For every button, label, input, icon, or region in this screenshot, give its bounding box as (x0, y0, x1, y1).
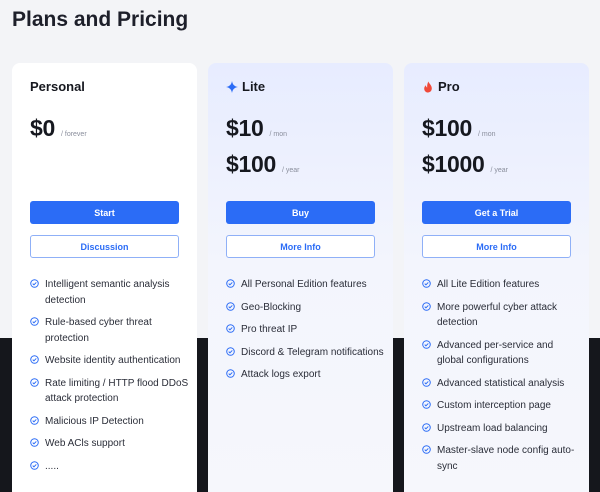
check-circle-icon (30, 460, 39, 470)
feature-text: All Personal Edition features (241, 279, 367, 290)
price-amount: $0 (30, 115, 55, 141)
feature-item: All Personal Edition features (226, 277, 386, 293)
check-circle-icon (422, 400, 431, 409)
plan-card-lite: Lite $10 / mon $100 / year Buy More Info… (208, 63, 393, 492)
price-amount: $100 (422, 115, 472, 141)
plan-card-personal: Personal $0 / forever Start Discussion I… (12, 63, 197, 492)
feature-text: Rule-based cyber threat protection (45, 317, 152, 344)
buy-button[interactable]: Buy (226, 201, 375, 224)
feature-text: Upstream load balancing (437, 422, 548, 434)
feature-text: All Lite Edition features (437, 279, 540, 290)
price-period: / mon (269, 131, 287, 138)
check-circle-icon (30, 317, 39, 326)
check-circle-icon (30, 279, 39, 288)
check-circle-icon (422, 445, 431, 454)
plan-name-label: Personal (30, 79, 85, 94)
feature-text: Intelligent semantic analysis detection (45, 279, 170, 306)
feature-text: ..... (45, 460, 59, 472)
feature-text: Geo-Blocking (241, 301, 302, 313)
feature-item: Malicious IP Detection (30, 414, 190, 430)
feature-item: Master-slave node config auto-sync (422, 443, 582, 474)
check-circle-icon (30, 377, 39, 387)
check-circle-icon (226, 324, 235, 333)
check-circle-icon (422, 339, 431, 349)
price-period: / year (281, 167, 300, 174)
check-circle-icon (422, 377, 431, 387)
feature-text: Malicious IP Detection (45, 415, 144, 427)
check-circle-icon (30, 438, 39, 447)
feature-item: Attack logs export (226, 367, 386, 383)
discussion-button[interactable]: Discussion (30, 235, 179, 258)
plan-name: Lite (226, 79, 265, 94)
feature-item: Rule-based cyber threat protection (30, 315, 190, 346)
page-title: Plans and Pricing (12, 8, 189, 31)
feature-text: Discord & Telegram notifications (241, 346, 384, 358)
feature-text: Master-slave node config auto-sync (437, 445, 575, 472)
feature-text: More powerful cyber attack detection (437, 301, 558, 329)
check-circle-icon (422, 301, 431, 311)
check-circle-icon (226, 346, 235, 356)
feature-list: All Lite Edition features More powerful … (422, 277, 582, 481)
feature-item: Web ACls support (30, 436, 190, 452)
more-info-button[interactable]: More Info (422, 235, 571, 258)
price-period: / mon (477, 131, 496, 138)
check-circle-icon (226, 369, 235, 378)
price-row: $0 / forever (30, 115, 87, 142)
start-button[interactable]: Start (30, 201, 179, 224)
price-period: / year (490, 167, 508, 174)
feature-text: Attack logs export (241, 369, 321, 380)
check-circle-icon (422, 422, 431, 432)
plan-name-label: Lite (242, 79, 266, 94)
more-info-button[interactable]: More Info (226, 235, 375, 258)
feature-list: Intelligent semantic analysis detection … (30, 277, 190, 481)
feature-text: Custom interception page (437, 400, 551, 411)
plan-name: Pro (422, 79, 460, 94)
check-circle-icon (226, 279, 235, 288)
feature-item: Pro threat IP (226, 322, 386, 338)
plan-card-pro: Pro $100 / mon $1000 / year Get a Trial … (404, 63, 589, 492)
plan-name: Personal (30, 79, 85, 94)
feature-item: ..... (30, 459, 190, 475)
price-row: $100 / mon (422, 115, 495, 142)
check-circle-icon (30, 415, 39, 425)
check-circle-icon (30, 355, 39, 364)
feature-item: Advanced statistical analysis (422, 376, 582, 392)
price-amount: $1000 (422, 151, 485, 177)
feature-item: More powerful cyber attack detection (422, 300, 582, 331)
plan-name-label: Pro (438, 79, 460, 94)
feature-item: All Lite Edition features (422, 277, 582, 293)
feature-text: Advanced statistical analysis (437, 377, 565, 389)
flame-icon (424, 81, 432, 92)
feature-item: Intelligent semantic analysis detection (30, 277, 190, 308)
get-trial-button[interactable]: Get a Trial (422, 201, 571, 224)
feature-item: Discord & Telegram notifications (226, 345, 386, 361)
price-amount: $10 (226, 115, 264, 141)
feature-text: Website identity authentication (45, 355, 181, 366)
check-circle-icon (422, 279, 431, 288)
feature-item: Geo-Blocking (226, 300, 386, 316)
feature-text: Pro threat IP (241, 324, 298, 335)
price-row: $1000 / year (422, 151, 508, 178)
check-circle-icon (226, 301, 235, 311)
sparkle-icon (226, 80, 238, 93)
feature-item: Upstream load balancing (422, 421, 582, 437)
feature-text: Web ACls support (45, 438, 125, 449)
feature-text: Rate limiting / HTTP flood DDoS attack p… (45, 377, 189, 405)
feature-item: Custom interception page (422, 398, 582, 414)
price-row: $100 / year (226, 151, 299, 178)
feature-item: Rate limiting / HTTP flood DDoS attack p… (30, 376, 190, 407)
price-amount: $100 (226, 151, 276, 177)
price-row: $10 / mon (226, 115, 287, 142)
feature-item: Advanced per-service and global configur… (422, 338, 582, 369)
feature-item: Website identity authentication (30, 353, 190, 369)
feature-text: Advanced per-service and global configur… (437, 339, 554, 367)
feature-list: All Personal Edition features Geo-Blocki… (226, 277, 386, 390)
price-period: / forever (60, 131, 87, 138)
